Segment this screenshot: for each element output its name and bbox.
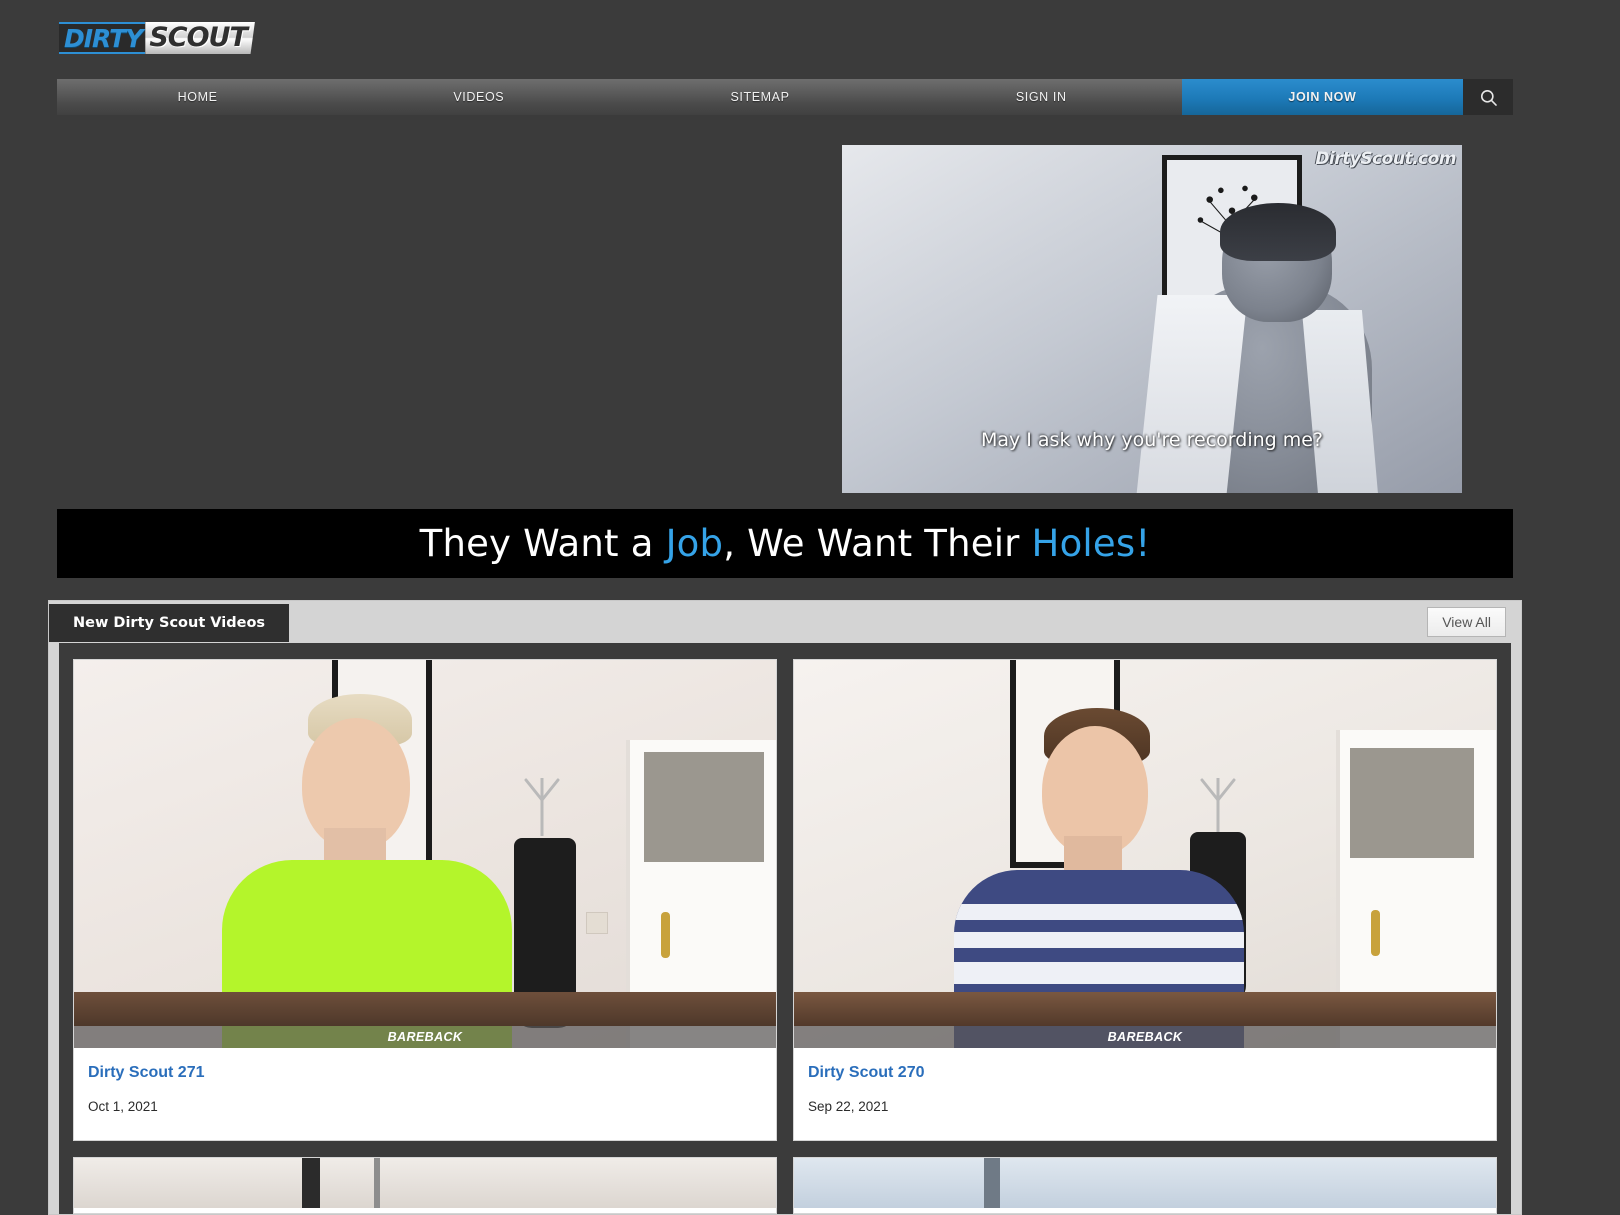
hero-video-player[interactable]: DirtyScout.com May I ask why you're reco… [842,145,1462,493]
tagline-text: They Want a Job, We Want Their Holes! [420,522,1151,565]
new-videos-section: New Dirty Scout Videos View All BAREBACK… [48,600,1522,1215]
logo-text-dirty: DIRTY [59,22,146,54]
video-date: Oct 1, 2021 [88,1099,158,1114]
coat-rack-icon [524,778,560,836]
nav-item-home[interactable]: HOME [57,79,338,115]
nav-item-join-now[interactable]: JOIN NOW [1181,79,1464,115]
video-card[interactable]: BAREBACK Dirty Scout 271 Oct 1, 2021 [73,659,777,1141]
scene-door-handle [1371,910,1380,956]
tagline-part-2: , We Want Their [723,522,1032,565]
scene-frame-edge [984,1157,1000,1208]
hero-subject-hair [1220,203,1336,261]
video-thumbnail[interactable]: BAREBACK [74,660,776,1048]
scene-frame-edge [374,1157,380,1208]
video-grid: BAREBACK Dirty Scout 271 Oct 1, 2021 BAR… [59,643,1511,1214]
logo-text-scout: SCOUT [145,22,255,54]
scene-wall [74,1157,776,1208]
video-title-link[interactable]: Dirty Scout 271 [88,1064,762,1082]
section-title: New Dirty Scout Videos [49,604,290,642]
search-icon [1479,88,1498,107]
video-card[interactable]: BAREBACK Dirty Scout 270 Sep 22, 2021 [793,659,1497,1141]
tagline-banner: They Want a Job, We Want Their Holes! [57,509,1513,578]
video-tag-badge: BAREBACK [794,1026,1496,1048]
video-title-link[interactable]: Dirty Scout 270 [808,1064,1482,1082]
site-logo[interactable]: DIRTY SCOUT [59,22,255,54]
hero-watermark: DirtyScout.com [1315,149,1456,169]
coat-rack-icon [1200,778,1236,836]
page-root: DIRTY SCOUT HOME VIDEOS SITEMAP SIGN IN … [0,0,1620,1215]
scene-desk [74,992,776,1026]
tagline-highlight-job: Job [665,522,724,565]
scene-window-blind [644,752,764,862]
video-card-body: Dirty Scout 271 Oct 1, 2021 [74,1048,776,1134]
video-card[interactable] [793,1156,1497,1214]
tagline-part-1: They Want a [419,522,666,565]
video-card[interactable] [73,1156,777,1214]
section-header: New Dirty Scout Videos View All [49,601,1521,643]
video-tag-badge: BAREBACK [74,1026,776,1048]
video-thumbnail[interactable]: BAREBACK [794,660,1496,1048]
video-date: Sep 22, 2021 [808,1099,889,1114]
scene-window-blind [1350,748,1474,858]
scene-light-switch [586,912,608,934]
nav-item-videos[interactable]: VIDEOS [338,79,619,115]
search-button[interactable] [1463,79,1514,115]
video-thumbnail[interactable] [74,1157,776,1208]
nav-item-sitemap[interactable]: SITEMAP [619,79,900,115]
scene-wall [794,1157,1496,1208]
scene-door-handle [661,912,670,958]
video-card-body: Dirty Scout 270 Sep 22, 2021 [794,1048,1496,1134]
nav-item-sign-in[interactable]: SIGN IN [901,79,1182,115]
video-thumbnail[interactable] [794,1157,1496,1208]
tagline-highlight-holes: Holes! [1031,522,1151,565]
hero-subtitle-text: May I ask why you're recording me? [980,429,1324,451]
scene-desk [794,992,1496,1026]
view-all-button[interactable]: View All [1427,607,1506,637]
site-header: DIRTY SCOUT [0,0,1620,78]
main-navigation: HOME VIDEOS SITEMAP SIGN IN JOIN NOW [57,79,1514,115]
scene-frame-edge [302,1157,320,1208]
